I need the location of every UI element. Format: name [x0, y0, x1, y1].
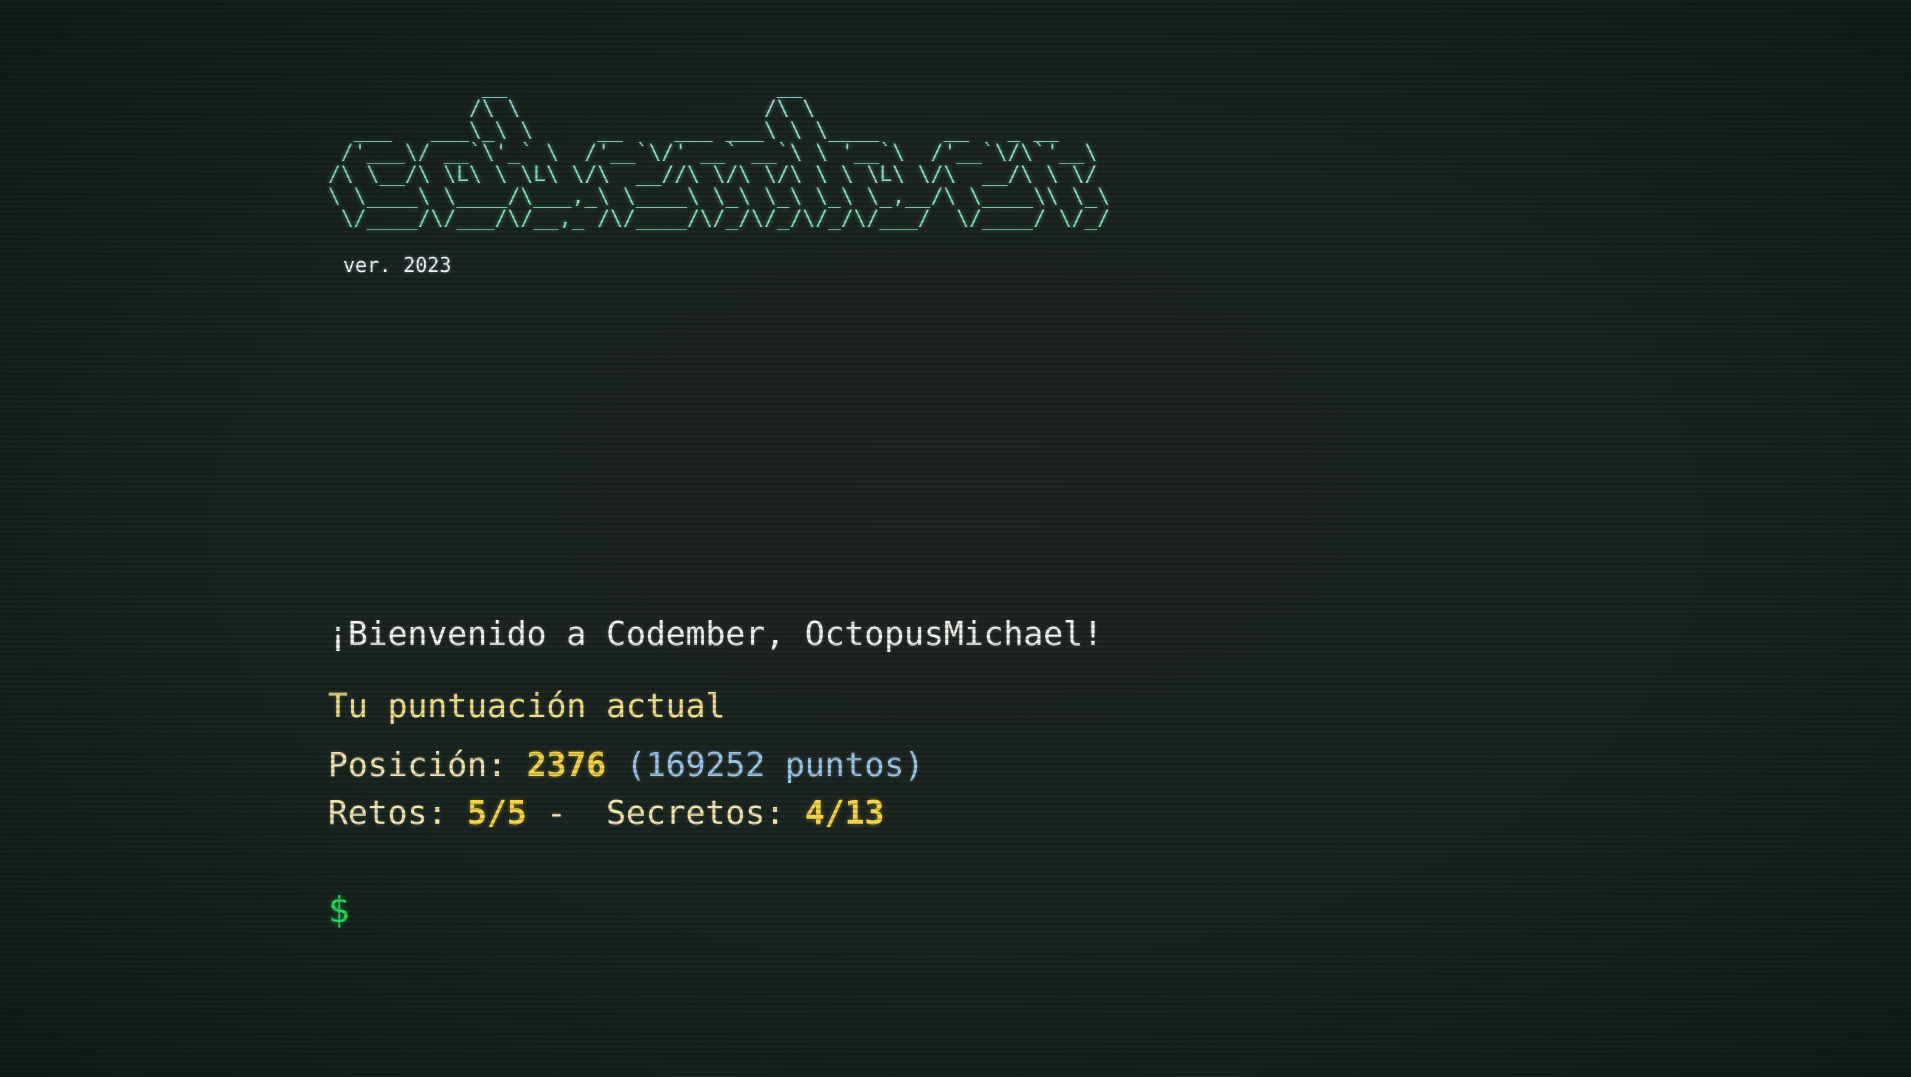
score-title: Tu puntuación actual [328, 686, 726, 725]
separator: - [526, 793, 587, 832]
points-value: (169252 puntos) [626, 745, 925, 784]
command-input[interactable] [365, 889, 1270, 931]
command-prompt[interactable]: $ [328, 889, 1270, 931]
position-line: Posición: 2376 (169252 puntos) [328, 745, 924, 784]
position-label: Posición: [328, 745, 527, 784]
welcome-message: ¡Bienvenido a Codember, OctopusMichael! [328, 614, 1103, 653]
secrets-label: Secretos: [606, 793, 805, 832]
codember-ascii-logo: __ __ /\ \ /\ \ ___ ___\_\ \ __ ___ ___\… [328, 74, 1111, 231]
position-value: 2376 [526, 745, 607, 784]
challenges-line: Retos: 5/5 - Secretos: 4/13 [328, 793, 884, 832]
challenges-value: 5/5 [467, 793, 527, 832]
challenges-label: Retos: [328, 793, 468, 832]
prompt-symbol: $ [328, 889, 350, 931]
secrets-value: 4/13 [804, 793, 885, 832]
version-label: ver. 2023 [343, 253, 452, 277]
